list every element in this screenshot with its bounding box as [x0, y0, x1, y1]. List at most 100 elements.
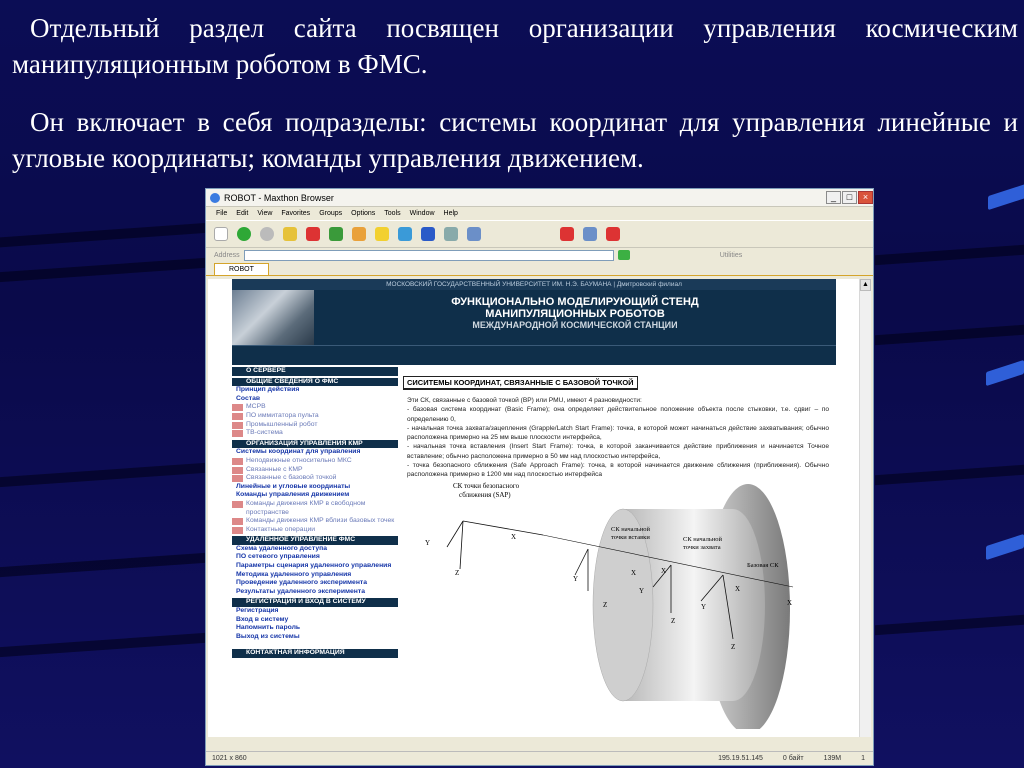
axis-z-label: Z: [455, 569, 459, 577]
groups-icon[interactable]: [398, 227, 412, 241]
nav-item-commands[interactable]: Команды управления движением: [232, 491, 398, 500]
nav-header-registration[interactable]: РЕГИСТРАЦИЯ И ВХОД В СИСТЕМУ: [232, 598, 398, 608]
axis-z-label: Z: [671, 617, 675, 625]
nav-item-remote-6[interactable]: Результаты удаленного эксперимента: [232, 588, 398, 597]
banner-subbar: [232, 345, 836, 365]
banner-line-2: МАНИПУЛЯЦИОННЫХ РОБОТОВ: [485, 308, 665, 320]
nav-header-remote[interactable]: УДАЛЕННОЕ УПРАВЛЕНИЕ ФМС: [232, 536, 398, 545]
nav-item-remote-4[interactable]: Методика удаленного управления: [232, 571, 398, 580]
favorites-star-icon[interactable]: [375, 227, 389, 241]
nav-sub-tv[interactable]: ТВ-система: [232, 429, 398, 438]
menu-file[interactable]: File: [216, 210, 227, 217]
nav-item-principle[interactable]: Принцип действия: [232, 386, 398, 395]
menu-edit[interactable]: Edit: [236, 210, 248, 217]
axis-x-label: X: [511, 533, 516, 541]
address-input[interactable]: [243, 249, 614, 261]
undo-icon[interactable]: [421, 227, 435, 241]
nav-item-remote-2[interactable]: ПО сетевого управления: [232, 553, 398, 562]
axis-z-label: Z: [603, 601, 607, 609]
stop-icon[interactable]: [306, 227, 320, 241]
nav-item-remote-5[interactable]: Проведение удаленного эксперимента: [232, 579, 398, 588]
decor-dash: [986, 359, 1024, 387]
menu-help[interactable]: Help: [444, 210, 458, 217]
menu-groups[interactable]: Groups: [319, 210, 342, 217]
nav-item-linear[interactable]: Линейные и угловые координаты: [232, 483, 398, 492]
forward-icon[interactable]: [260, 227, 274, 241]
coordinate-diagram: СК точки безопасного сближения (SAP) СК …: [425, 482, 794, 729]
slide-text-2: Он включает в себя подразделы: системы к…: [12, 107, 1018, 173]
nav-header-contact[interactable]: КОНТАКТНАЯ ИНФОРМАЦИЯ: [232, 649, 398, 658]
nav-sub-cmds-1[interactable]: Команды движения КМР в свободном простра…: [232, 500, 398, 517]
nav-item-remind-password[interactable]: Напомнить пароль: [232, 624, 398, 633]
nav-sub-coords-3[interactable]: Связанные с базовой точкой: [232, 474, 398, 483]
menu-favorites[interactable]: Favorites: [281, 210, 310, 217]
nav-item-login[interactable]: Вход в систему: [232, 616, 398, 625]
menu-view[interactable]: View: [257, 210, 272, 217]
window-icon[interactable]: [583, 227, 597, 241]
site-banner: ФУНКЦИОНАЛЬНО МОДЕЛИРУЮЩИЙ СТЕНД МАНИПУЛ…: [232, 290, 836, 345]
nav-item-coords[interactable]: Системы координат для управления: [232, 448, 398, 457]
utilities-label: Utilities: [719, 251, 743, 259]
space-station-image: [232, 290, 314, 345]
axis-x-label: X: [735, 585, 740, 593]
nav-header-general[interactable]: ОБЩИЕ СВЕДЕНИЯ О ФМС: [232, 377, 398, 387]
bg-stripe: [875, 244, 1024, 266]
nav-sub-robot[interactable]: Промышленный робот: [232, 421, 398, 430]
nav-item-remote-3[interactable]: Параметры сценария удаленного управления: [232, 562, 398, 571]
nav-sub-coords-1[interactable]: Неподвижные относительно МКС: [232, 457, 398, 466]
nav-header-org[interactable]: ОРГАНИЗАЦИЯ УПРАВЛЕНИЯ КМР: [232, 439, 398, 449]
nav-sub-coords-2[interactable]: Связанные с КМР: [232, 466, 398, 475]
close-tab-icon[interactable]: [560, 227, 574, 241]
status-bytes: 0 байт: [782, 755, 804, 762]
slide-text-1: Отдельный раздел сайта посвящен организа…: [12, 13, 1018, 79]
bg-stripe: [875, 614, 1024, 636]
menu-window[interactable]: Window: [410, 210, 435, 217]
nav-item-register[interactable]: Регистрация: [232, 607, 398, 616]
grapple-label-2: точки захвата: [683, 544, 721, 551]
main-content: СИСИТЕМЫ КООРДИНАТ, СВЯЗАННЫЕ С БАЗОВОЙ …: [403, 372, 833, 480]
content-item-2: - начальная точка захвата/зацепления (Gr…: [407, 424, 829, 442]
sidebar-icon[interactable]: [467, 227, 481, 241]
nav-sub-mpv[interactable]: МСРВ: [232, 403, 398, 412]
banner-line-3: МЕЖДУНАРОДНОЙ КОСМИЧЕСКОЙ СТАНЦИИ: [472, 320, 678, 330]
nav-item-composition[interactable]: Состав: [232, 395, 398, 404]
close-all-icon[interactable]: [606, 227, 620, 241]
status-ip: 195.19.51.145: [718, 755, 763, 762]
menu-options[interactable]: Options: [351, 210, 375, 217]
home-icon[interactable]: [352, 227, 366, 241]
columns-icon[interactable]: [444, 227, 458, 241]
bg-stripe: [0, 462, 205, 488]
axis-z-label: Z: [731, 643, 735, 651]
status-page: 1: [861, 755, 865, 762]
insert-label-2: точки вставки: [611, 534, 650, 541]
tab-robot[interactable]: ROBOT: [214, 263, 269, 275]
nav-sub-cmds-3[interactable]: Контактные операции: [232, 526, 398, 535]
slide-paragraph-1: Отдельный раздел сайта посвящен организа…: [12, 10, 1018, 82]
axis-x-label: X: [631, 569, 636, 577]
nav-sub-pult[interactable]: ПО иммитатора пульта: [232, 412, 398, 421]
content-item-3: - начальная точка вставления (Insert Sta…: [407, 443, 829, 460]
bg-stripe: [875, 324, 1024, 346]
nav-item-remote-1[interactable]: Схема удаленного доступа: [232, 545, 398, 554]
bg-stripe: [0, 257, 205, 283]
bg-stripe: [0, 632, 205, 658]
nav-item-logout[interactable]: Выход из системы: [232, 633, 398, 642]
browser-window: ROBOT - Maxthon Browser _ □ × File Edit …: [205, 188, 874, 766]
refresh-icon[interactable]: [329, 227, 343, 241]
nav-header-server[interactable]: О СЕРВЕРЕ: [232, 367, 398, 376]
go-button[interactable]: [617, 250, 630, 260]
minimize-button[interactable]: _: [826, 191, 841, 204]
close-button[interactable]: ×: [858, 191, 873, 204]
vertical-scrollbar[interactable]: ▲: [859, 279, 871, 737]
back-icon[interactable]: [237, 227, 251, 241]
axis-y-label: Y: [639, 587, 644, 595]
up-icon[interactable]: [283, 227, 297, 241]
insert-label-1: СК начальной: [611, 526, 651, 533]
menu-tools[interactable]: Tools: [384, 210, 400, 217]
nav-sub-cmds-2[interactable]: Команды движения КМР вблизи базовых точе…: [232, 517, 398, 526]
address-label: Address: [214, 251, 240, 259]
new-page-icon[interactable]: [214, 227, 228, 241]
scroll-up-icon[interactable]: ▲: [860, 279, 871, 291]
maximize-button[interactable]: □: [842, 191, 857, 204]
bg-stripe: [0, 222, 210, 248]
